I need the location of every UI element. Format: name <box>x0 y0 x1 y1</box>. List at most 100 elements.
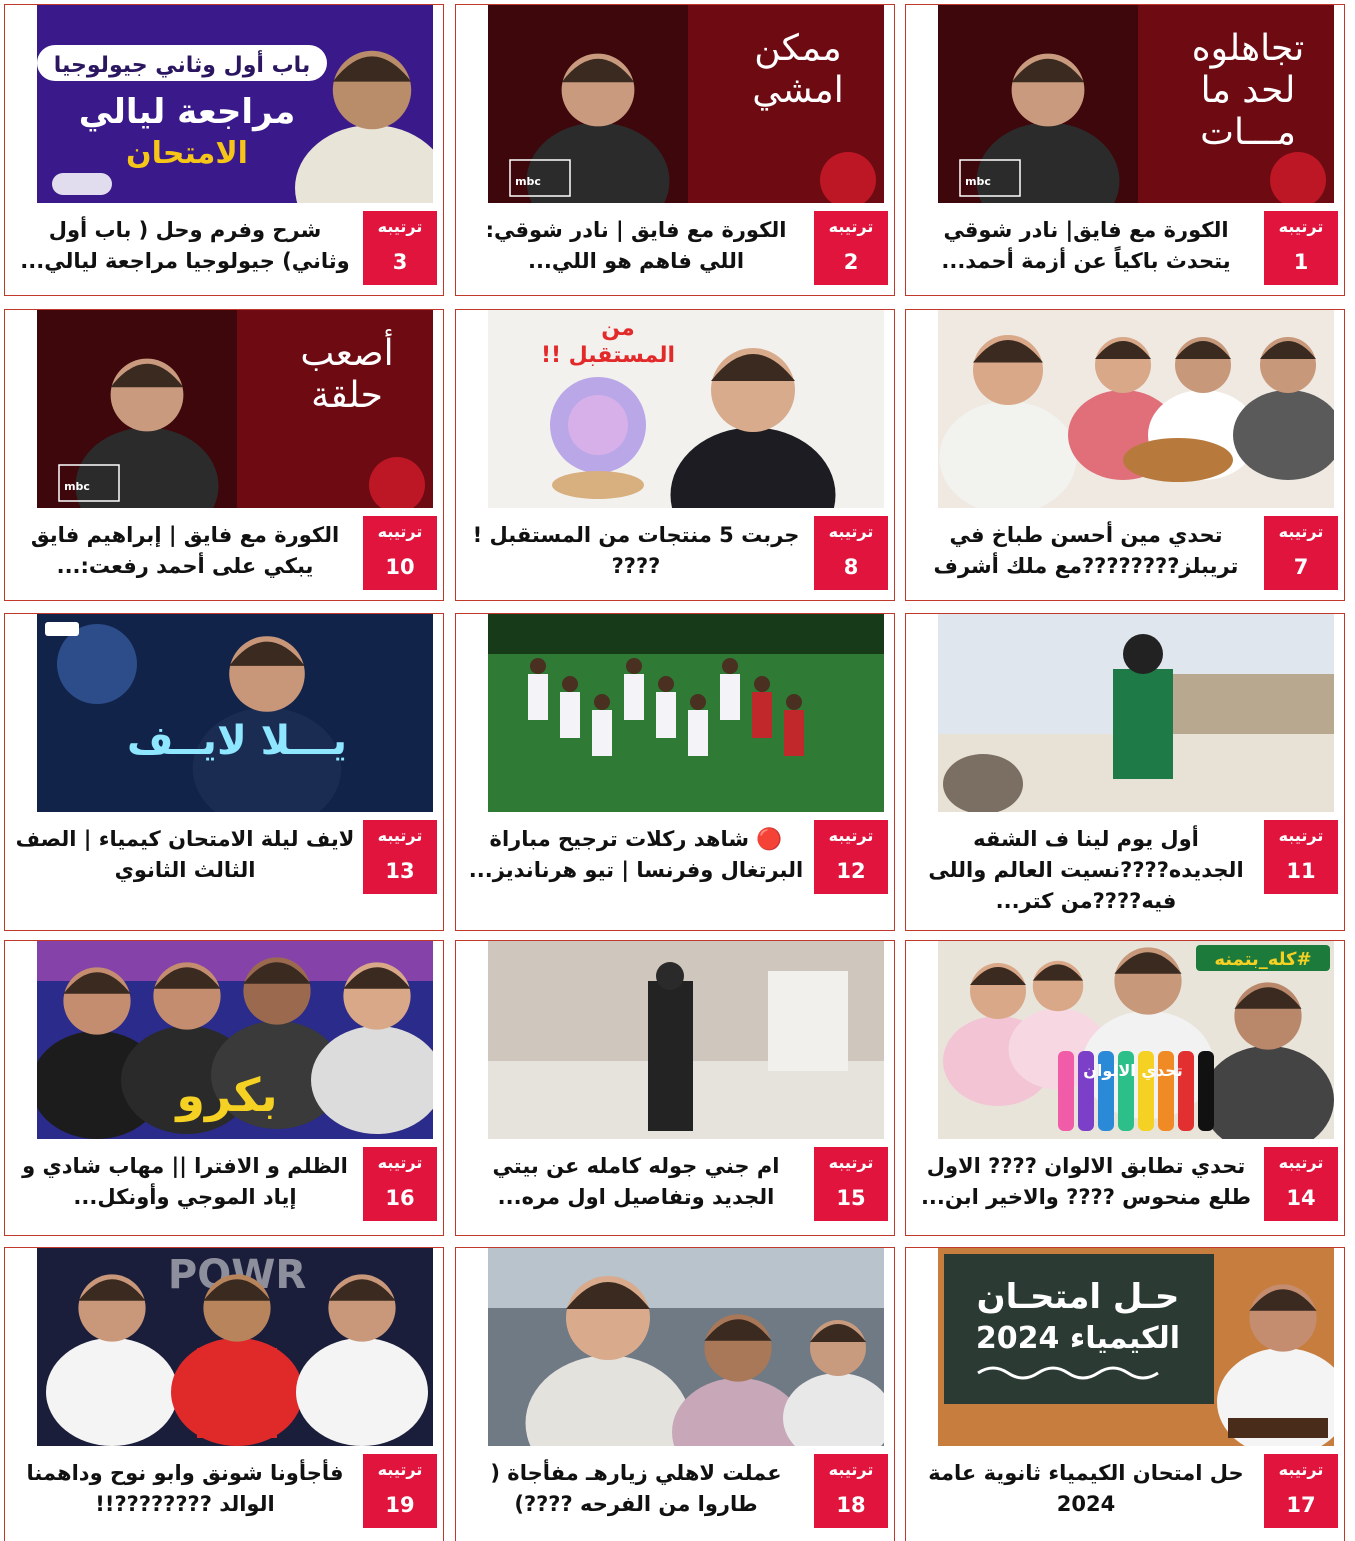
rank-number: 14 <box>1286 1186 1316 1210</box>
video-title-link[interactable]: تحدي تطابق الالوان ???? الاول طلع منحوس … <box>916 1151 1256 1213</box>
video-thumbnail[interactable]: يـــلا لايــف <box>37 614 433 812</box>
video-thumbnail[interactable] <box>938 310 1334 508</box>
video-card[interactable]: باب أول وثاني جيولوجيا مراجعة ليالي الامتح… <box>4 4 444 296</box>
video-title-link[interactable]: تحدي مين أحسن طباخ في تريبلز????????مع م… <box>916 520 1256 582</box>
video-title-link[interactable]: شرح وفرم وحل ( باب أول وثاني) جيولوجيا م… <box>15 215 355 277</box>
svg-text:mbc: mbc <box>515 175 541 188</box>
rank-number: 19 <box>385 1493 415 1517</box>
video-thumbnail[interactable]: حـل امتحـان الكيمياء 2024 <box>938 1248 1334 1446</box>
rank-label: ترتيبه <box>828 1460 874 1479</box>
svg-text:مـــات: مـــات <box>1200 112 1296 153</box>
rank-number: 11 <box>1286 859 1316 883</box>
rank-number: 3 <box>392 250 408 274</box>
video-card[interactable]: حـل امتحـان الكيمياء 2024 ترتيبه 17 حل امتحا… <box>905 1247 1345 1541</box>
rank-badge: ترتيبه 15 <box>814 1147 888 1221</box>
video-thumbnail[interactable]: mbc أصعب حلقة <box>37 310 433 508</box>
video-title-link[interactable]: الكورة مع فايق | نادر شوقي: اللي فاهم هو… <box>466 215 806 277</box>
rank-label: ترتيبه <box>1278 217 1324 236</box>
rank-label: ترتيبه <box>377 1153 423 1172</box>
svg-text:حلقة: حلقة <box>311 375 383 416</box>
video-title-link[interactable]: أول يوم لينا ف الشقه الجديده????نسيت الع… <box>916 824 1256 917</box>
video-card[interactable]: mbc تجاهلوه لحد ما مـــات ترتيبه 1 الكورة مع ف… <box>905 4 1345 296</box>
rank-badge: ترتيبه 17 <box>1264 1454 1338 1528</box>
video-title-link[interactable]: فأجأونا شونق وابو نوح وداهمنا الوالد ???… <box>15 1458 355 1520</box>
rank-badge: ترتيبه 2 <box>814 211 888 285</box>
rank-badge: ترتيبه 3 <box>363 211 437 285</box>
rank-badge: ترتيبه 1 <box>1264 211 1338 285</box>
video-card[interactable]: POWR ترتيبه 19 فأجأونا شونق وابو نوح وداهمن… <box>4 1247 444 1541</box>
rank-label: ترتيبه <box>377 1460 423 1479</box>
video-card[interactable]: #كله_بتمنه تحدي الالوان ترتيبه 14 تحدي تطابق… <box>905 940 1345 1236</box>
video-thumbnail[interactable]: mbc تجاهلوه لحد ما مـــات <box>938 5 1334 203</box>
svg-text:mbc: mbc <box>965 175 991 188</box>
rank-badge: ترتيبه 12 <box>814 820 888 894</box>
video-card[interactable]: ترتيبه 18 عملت لاهلي زيارهـ مفأجاة ( طاروا… <box>455 1247 895 1541</box>
video-card[interactable]: mbc أصعب حلقة ترتيبه 10 الكورة مع فايق | إبرا… <box>4 309 444 601</box>
video-thumbnail[interactable]: باب أول وثاني جيولوجيا مراجعة ليالي الامتح… <box>37 5 433 203</box>
svg-text:يـــلا لايــف: يـــلا لايــف <box>127 718 347 764</box>
rank-label: ترتيبه <box>828 522 874 541</box>
video-thumbnail[interactable]: POWR <box>37 1248 433 1446</box>
video-thumbnail[interactable] <box>488 1248 884 1446</box>
rank-badge: ترتيبه 10 <box>363 516 437 590</box>
svg-text:من: من <box>601 316 634 341</box>
video-title-link[interactable]: حل امتحان الكيمياء ثانوية عامة 2024 <box>916 1458 1256 1520</box>
video-thumbnail[interactable] <box>488 941 884 1139</box>
video-thumbnail[interactable]: mbc ممكن امشي <box>488 5 884 203</box>
rank-number: 10 <box>385 555 415 579</box>
svg-text:لحد ما: لحد ما <box>1201 70 1296 111</box>
video-thumbnail[interactable] <box>488 614 884 812</box>
rank-number: 1 <box>1293 250 1309 274</box>
video-title-link[interactable]: الكورة مع فايق| نادر شوقي يتحدث باكياً ع… <box>916 215 1256 277</box>
rank-number: 7 <box>1293 555 1309 579</box>
rank-label: ترتيبه <box>377 522 423 541</box>
video-title-link[interactable]: عملت لاهلي زيارهـ مفأجاة ( طاروا من الفر… <box>466 1458 806 1520</box>
rank-badge: ترتيبه 8 <box>814 516 888 590</box>
rank-number: 8 <box>843 555 859 579</box>
rank-number: 18 <box>836 1493 866 1517</box>
video-card[interactable]: ترتيبه 15 ام جني جوله كامله عن بيتي الجديد… <box>455 940 895 1236</box>
video-thumbnail[interactable]: من المستقبل !! <box>488 310 884 508</box>
video-ranking-grid: mbc تجاهلوه لحد ما مـــات ترتيبه 1 الكورة مع ف… <box>0 0 1355 1541</box>
video-thumbnail[interactable]: بكرو <box>37 941 433 1139</box>
rank-badge: ترتيبه 7 <box>1264 516 1338 590</box>
rank-badge: ترتيبه 13 <box>363 820 437 894</box>
rank-number: 17 <box>1286 1493 1316 1517</box>
rank-number: 13 <box>385 859 415 883</box>
rank-number: 16 <box>385 1186 415 1210</box>
video-card[interactable]: ترتيبه 7 تحدي مين أحسن طباخ في تريبلز?????… <box>905 309 1345 601</box>
rank-label: ترتيبه <box>828 217 874 236</box>
svg-text:تجاهلوه: تجاهلوه <box>1192 28 1305 69</box>
video-card[interactable]: من المستقبل !! ترتيبه 8 جربت 5 منتجات من الم… <box>455 309 895 601</box>
video-title-link[interactable]: الكورة مع فايق | إبراهيم فايق يبكي على أ… <box>15 520 355 582</box>
video-title-link[interactable]: لايف ليلة الامتحان كيمياء | الصف الثالث … <box>15 824 355 886</box>
video-thumbnail[interactable]: #كله_بتمنه تحدي الالوان <box>938 941 1334 1139</box>
rank-label: ترتيبه <box>1278 826 1324 845</box>
rank-badge: ترتيبه 18 <box>814 1454 888 1528</box>
video-title-link[interactable]: جربت 5 منتجات من المستقبل ! ???? <box>466 520 806 582</box>
rank-label: ترتيبه <box>377 826 423 845</box>
rank-label: ترتيبه <box>1278 1460 1324 1479</box>
video-card[interactable]: ترتيبه 12 🔴 شاهد ركلات ترجيح مباراة البرتغ… <box>455 613 895 931</box>
video-thumbnail[interactable] <box>938 614 1334 812</box>
svg-text:امشي: امشي <box>752 70 843 111</box>
svg-text:مراجعة ليالي: مراجعة ليالي <box>79 92 296 132</box>
video-title-link[interactable]: 🔴 شاهد ركلات ترجيح مباراة البرتغال وفرنس… <box>466 824 806 886</box>
svg-text:حـل امتحـان: حـل امتحـان <box>977 1277 1180 1317</box>
video-title-link[interactable]: ام جني جوله كامله عن بيتي الجديد وتفاصيل… <box>466 1151 806 1213</box>
rank-label: ترتيبه <box>1278 522 1324 541</box>
rank-number: 15 <box>836 1186 866 1210</box>
svg-text:الامتحان: الامتحان <box>126 136 248 171</box>
svg-text:المستقبل !!: المستقبل !! <box>541 343 675 368</box>
video-card[interactable]: mbc ممكن امشي ترتيبه 2 الكورة مع فايق | نادر … <box>455 4 895 296</box>
video-card[interactable]: يـــلا لايــف ترتيبه 13 لايف ليلة الامتحان … <box>4 613 444 931</box>
video-card[interactable]: ترتيبه 11 أول يوم لينا ف الشقه الجديده????… <box>905 613 1345 931</box>
rank-badge: ترتيبه 16 <box>363 1147 437 1221</box>
rank-number: 2 <box>843 250 859 274</box>
video-title-link[interactable]: الظلم و الافترا || مهاب شادي و إياد المو… <box>15 1151 355 1213</box>
svg-text:أصعب: أصعب <box>300 329 393 374</box>
rank-badge: ترتيبه 11 <box>1264 820 1338 894</box>
video-card[interactable]: بكرو ترتيبه 16 الظلم و الافترا || مهاب شادي… <box>4 940 444 1236</box>
rank-label: ترتيبه <box>828 826 874 845</box>
svg-text:الكيمياء 2024: الكيمياء 2024 <box>976 1321 1180 1356</box>
